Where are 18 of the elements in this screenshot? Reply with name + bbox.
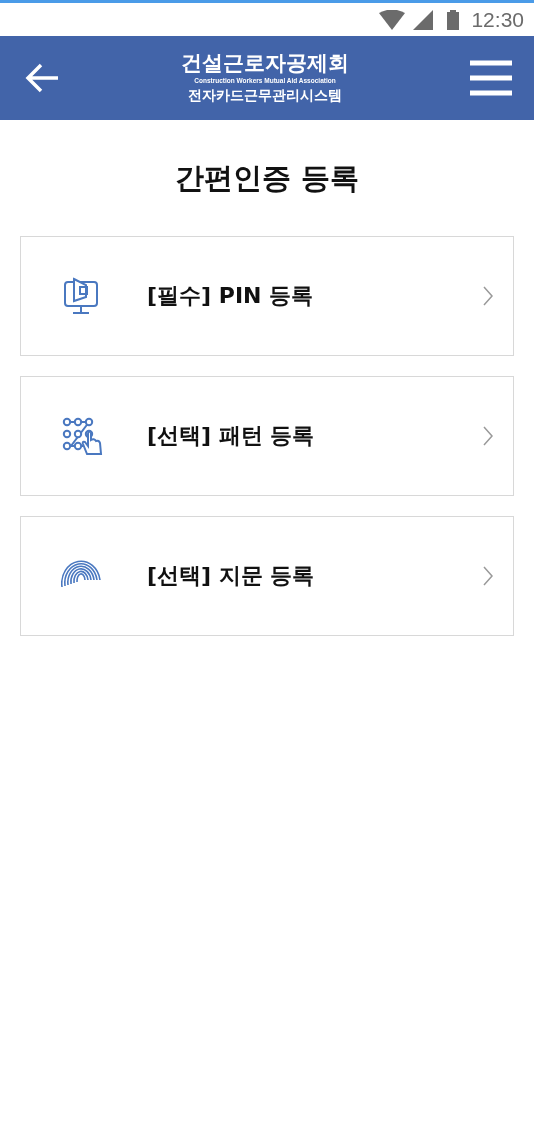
chevron-right-icon — [483, 286, 493, 306]
registration-option[interactable]: [선택] 패턴 등록 — [20, 376, 514, 496]
registration-option[interactable]: [선택] 지문 등록 — [20, 516, 514, 636]
back-arrow-icon — [24, 62, 60, 94]
menu-icon — [470, 60, 512, 96]
status-time: 12:30 — [471, 7, 524, 32]
signal-icon — [413, 9, 434, 30]
registration-option[interactable]: [필수] PIN 등록 — [20, 236, 514, 356]
menu-button[interactable] — [470, 60, 512, 96]
wifi-icon — [379, 9, 406, 30]
chevron-right-icon — [483, 426, 493, 446]
system-name: 전자카드근무관리시스템 — [188, 86, 342, 105]
back-button[interactable] — [24, 62, 60, 94]
organization-name: 건설근로자공제회 — [181, 51, 349, 76]
pattern-lock-icon — [61, 416, 103, 456]
chevron-right-icon — [483, 566, 493, 586]
battery-icon — [447, 9, 460, 30]
page-title: 간편인증 등록 — [173, 160, 361, 197]
